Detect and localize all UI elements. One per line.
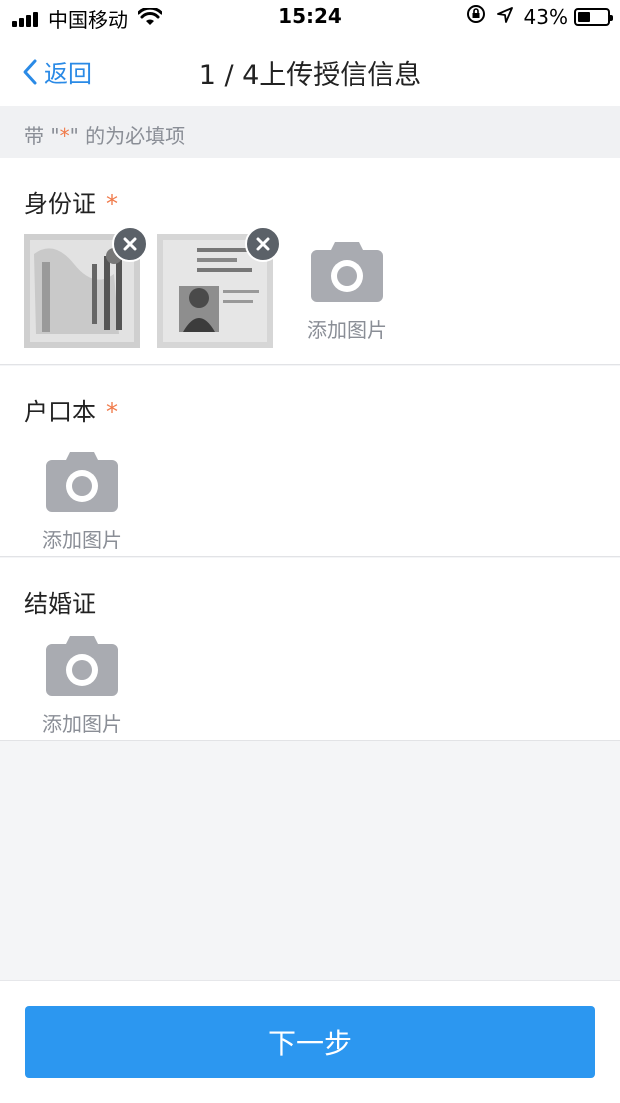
photo-thumbnail-id-card-front[interactable]	[24, 226, 148, 348]
battery-icon	[574, 7, 613, 26]
hint-star: *	[59, 124, 70, 148]
rotation-lock-icon	[466, 4, 486, 29]
add-photo-label: 添加图片	[42, 712, 122, 736]
status-right: 43%	[466, 4, 613, 29]
status-bar: 中国移动 15:24 43%	[0, 0, 620, 36]
section-id-card: 身份证 * 添加图片	[0, 158, 620, 365]
add-photo-button-marriage-certificate[interactable]: 添加图片	[32, 634, 132, 737]
hint-suffix: " 的为必填项	[69, 124, 186, 148]
required-hint: 带 "*" 的为必填项	[0, 106, 620, 158]
add-photo-button-household-register[interactable]: 添加图片	[32, 450, 132, 553]
marriage-certificate-label: 结婚证	[24, 590, 96, 618]
section-label-household-register: 户口本 *	[24, 392, 118, 427]
camera-icon	[311, 242, 383, 302]
remove-photo-button[interactable]	[112, 226, 148, 262]
add-photo-label: 添加图片	[42, 528, 122, 552]
footer: 下一步	[0, 980, 620, 1103]
id-card-label: 身份证	[24, 190, 96, 218]
photo-thumbnail-id-card-back[interactable]	[157, 226, 281, 348]
hint-prefix: 带 "	[24, 124, 60, 148]
section-marriage-certificate: 结婚证 添加图片	[0, 558, 620, 741]
camera-icon	[46, 452, 118, 512]
remove-photo-button[interactable]	[245, 226, 281, 262]
nav-bar: 返回 1 / 4上传授信信息	[0, 36, 620, 106]
section-label-marriage-certificate: 结婚证	[24, 584, 96, 619]
page-title: 1 / 4上传授信信息	[198, 60, 422, 91]
close-icon	[123, 237, 137, 251]
camera-icon	[46, 636, 118, 696]
next-step-button[interactable]: 下一步	[25, 1006, 595, 1078]
location-icon	[496, 5, 514, 29]
add-photo-button-id-card[interactable]: 添加图片	[297, 240, 397, 343]
household-register-label: 户口本	[24, 398, 96, 426]
add-photo-label: 添加图片	[307, 318, 387, 342]
required-mark: *	[106, 398, 118, 426]
close-icon	[256, 237, 270, 251]
section-household-register: 户口本 * 添加图片	[0, 366, 620, 557]
required-mark: *	[106, 190, 118, 218]
section-label-id-card: 身份证 *	[24, 184, 118, 219]
battery-percent: 43%	[523, 4, 568, 29]
